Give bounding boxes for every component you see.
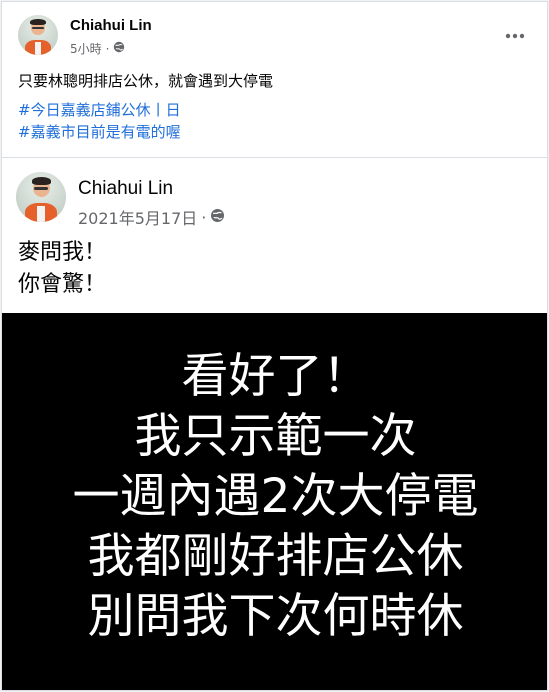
shared-author-name[interactable]: Chiahui Lin	[78, 178, 173, 200]
author-name[interactable]: Chiahui Lin	[70, 17, 152, 34]
shared-post[interactable]: Chiahui Lin 2021年5月17日 · 麥問我！ 你會驚！ 看好了！ …	[2, 157, 547, 690]
image-text-line: 一週內遇2次大停電	[72, 469, 479, 524]
more-horizontal-icon	[505, 33, 525, 39]
post-time[interactable]: 5小時	[70, 40, 102, 57]
image-text-line: 看好了！	[181, 349, 370, 404]
hashtag-link[interactable]: #今日嘉義店鋪公休丨日	[18, 99, 181, 121]
post-header: Chiahui Lin 5小時 ·	[2, 2, 547, 62]
shared-meta: 2021年5月17日 ·	[78, 205, 225, 229]
globe-icon[interactable]	[210, 208, 225, 227]
shared-text-line: 麥問我！	[18, 240, 107, 265]
globe-icon[interactable]	[113, 41, 125, 56]
shared-date[interactable]: 2021年5月17日	[78, 205, 197, 229]
shared-text-line: 你會驚！	[18, 272, 107, 297]
image-text-line: 我只示範一次	[134, 409, 417, 464]
post-text: 只要林聰明排店公休，就會遇到大停電	[18, 72, 274, 90]
meta-separator: ·	[201, 207, 207, 227]
image-text-line: 我都剛好排店公休	[87, 529, 464, 584]
image-text-line: 別問我下次何時休	[87, 589, 464, 644]
hashtag-link[interactable]: #嘉義市目前是有電的喔	[18, 121, 181, 143]
shared-author-avatar[interactable]	[16, 172, 66, 222]
facebook-post: Chiahui Lin 5小時 · 只要林聰明排店公休，就會遇到大停電 #今日嘉…	[1, 1, 548, 691]
shared-image[interactable]: 看好了！ 我只示範一次 一週內遇2次大停電 我都剛好排店公休 別問我下次何時休	[2, 313, 547, 690]
author-avatar[interactable]	[18, 15, 58, 55]
meta-separator: ·	[105, 41, 110, 56]
post-meta: 5小時 ·	[70, 40, 125, 57]
more-options-button[interactable]	[499, 24, 531, 48]
